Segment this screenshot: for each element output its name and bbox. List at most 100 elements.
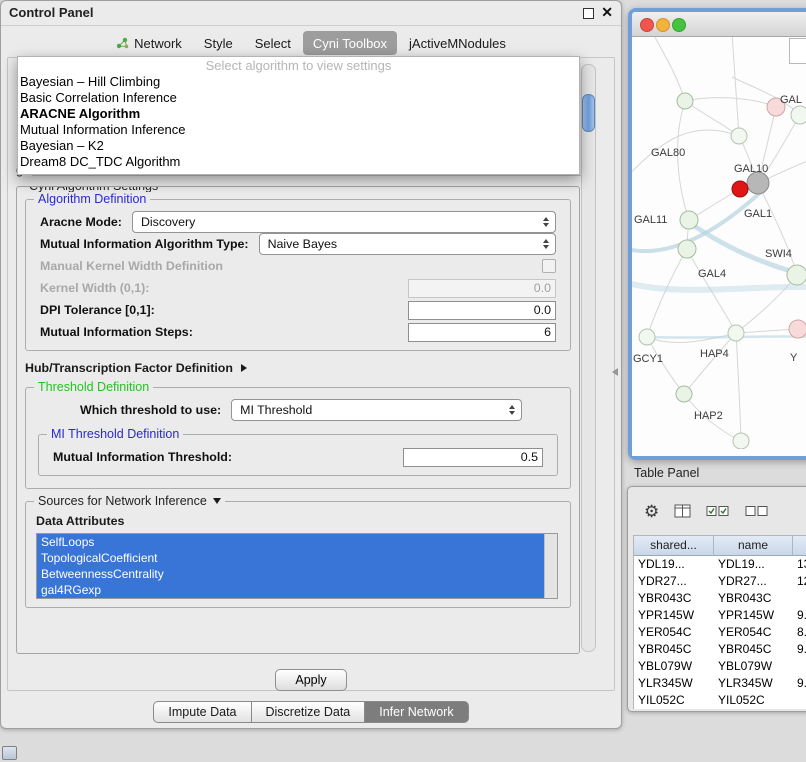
data-attributes-list[interactable]: SelfLoopsTopologicalCoefficientBetweenne… xyxy=(36,533,558,599)
minimize-traffic-light-icon[interactable] xyxy=(656,18,670,32)
network-node[interactable] xyxy=(791,106,806,124)
sources-title: Sources for Network Inference xyxy=(38,494,207,508)
table-cell: YBR045C xyxy=(714,641,793,658)
table-cell: YDL19... xyxy=(714,556,793,573)
table-panel-window: ⚙ shared...name YDL19...YDL19...13YDR27.… xyxy=(627,486,806,712)
select-none-icon[interactable] xyxy=(745,505,769,517)
tab-network[interactable]: Network xyxy=(106,31,192,55)
group-title: Threshold Definition xyxy=(34,380,153,394)
network-node[interactable] xyxy=(731,128,747,144)
network-node[interactable] xyxy=(728,325,744,341)
list-scrollbar[interactable] xyxy=(544,534,557,598)
table-row[interactable]: YER054CYER054C8. xyxy=(634,624,806,641)
table-row[interactable]: YBL079WYBL079W xyxy=(634,658,806,675)
sources-disclosure[interactable]: Sources for Network Inference xyxy=(34,494,225,508)
column-header[interactable] xyxy=(793,536,806,556)
algorithm-option[interactable]: ARACNE Algorithm xyxy=(18,106,579,122)
tab-cyni-toolbox[interactable]: Cyni Toolbox xyxy=(303,31,397,55)
tab-infer-network[interactable]: Infer Network xyxy=(365,701,468,723)
table-cell: YER054C xyxy=(634,624,714,641)
table-row[interactable]: YPR145WYPR145W9. xyxy=(634,607,806,624)
table-row[interactable]: YBR045CYBR045C9. xyxy=(634,641,806,658)
data-attribute-item[interactable]: SelfLoops xyxy=(37,534,545,550)
data-attribute-item[interactable]: gal4RGexp xyxy=(37,582,545,598)
group-title: MI Threshold Definition xyxy=(47,427,183,441)
table-cell: 8. xyxy=(793,624,806,641)
node-label: HAP2 xyxy=(694,410,723,422)
zoom-traffic-light-icon[interactable] xyxy=(672,18,686,32)
algorithm-option[interactable]: Mutual Information Inference xyxy=(18,122,579,138)
mi-type-select[interactable]: Naive Bayes xyxy=(259,233,556,255)
table-row[interactable]: YDR27...YDR27...12 xyxy=(634,573,806,590)
table-cell xyxy=(793,692,806,709)
table-row[interactable]: YIL052CYIL052C xyxy=(634,692,806,709)
network-node[interactable] xyxy=(678,240,696,258)
algorithm-option[interactable]: Dream8 DC_TDC Algorithm xyxy=(18,154,579,170)
aracne-mode-label: Aracne Mode: xyxy=(40,215,122,229)
table-row[interactable]: YLR345WYLR345W9. xyxy=(634,675,806,692)
column-header[interactable]: shared... xyxy=(634,536,714,556)
network-node[interactable] xyxy=(747,172,769,194)
tab-discretize-data[interactable]: Discretize Data xyxy=(252,701,366,723)
control-panel-titlebar[interactable]: Control Panel ✕ xyxy=(1,1,621,26)
table-row[interactable]: YBR043CYBR043C xyxy=(634,590,806,607)
apply-button[interactable]: Apply xyxy=(275,669,347,691)
select-all-icon[interactable] xyxy=(706,505,730,517)
node-label: GCY1 xyxy=(633,353,663,365)
kernel-width-field[interactable] xyxy=(408,279,556,298)
network-scrollbar-corner[interactable] xyxy=(789,38,806,64)
node-table: shared...name YDL19...YDL19...13YDR27...… xyxy=(633,535,806,709)
aracne-mode-select[interactable]: Discovery xyxy=(132,211,556,233)
network-node[interactable] xyxy=(733,433,749,449)
mi-steps-field[interactable] xyxy=(408,323,556,342)
close-traffic-light-icon[interactable] xyxy=(640,18,654,32)
tab-style[interactable]: Style xyxy=(194,31,243,55)
data-attributes-label: Data Attributes xyxy=(36,514,560,528)
minimize-icon[interactable] xyxy=(583,8,594,19)
control-panel-tabs: Network Style Select Cyni Toolbox jActiv… xyxy=(1,31,621,55)
mi-threshold-field[interactable] xyxy=(403,448,543,467)
columns-icon[interactable] xyxy=(674,504,691,518)
node-label: GAL11 xyxy=(634,214,667,226)
tab-label: Style xyxy=(204,36,233,51)
hub-definition-disclosure[interactable]: Hub/Transcription Factor Definition xyxy=(25,361,577,375)
data-attribute-item[interactable]: BetweennessCentrality xyxy=(37,566,545,582)
tab-jactivemnodules[interactable]: jActiveMNodules xyxy=(399,31,516,55)
scrollbar-thumb[interactable] xyxy=(582,94,595,132)
which-threshold-select[interactable]: MI Threshold xyxy=(231,399,522,421)
node-label: GAL xyxy=(780,94,802,106)
algorithm-dropdown-popup: Select algorithm to view settings Bayesi… xyxy=(17,56,580,175)
minimized-panel-icon[interactable] xyxy=(2,746,17,760)
algorithm-option[interactable]: Bayesian – K2 xyxy=(18,138,579,154)
manual-kernel-checkbox[interactable] xyxy=(542,259,556,273)
table-cell: YBL079W xyxy=(634,658,714,675)
table-cell xyxy=(793,590,806,607)
network-node[interactable] xyxy=(639,329,655,345)
network-node[interactable] xyxy=(676,386,692,402)
network-node[interactable] xyxy=(680,211,698,229)
close-icon[interactable]: ✕ xyxy=(601,4,613,21)
tab-select[interactable]: Select xyxy=(245,31,301,55)
tab-label: Cyni Toolbox xyxy=(313,36,387,51)
network-graph: GALGAL80GAL10GAL11GAL1SWI4GAL4GCY1HAP4YH… xyxy=(632,37,806,449)
dpi-tolerance-field[interactable] xyxy=(408,301,556,320)
algorithm-option[interactable]: Basic Correlation Inference xyxy=(18,90,579,106)
network-window-titlebar[interactable] xyxy=(632,12,806,37)
column-header[interactable]: name xyxy=(714,536,793,556)
algorithm-option[interactable]: Bayesian – Hill Climbing xyxy=(18,74,579,90)
table-cell: YLR345W xyxy=(634,675,714,692)
network-canvas[interactable]: GALGAL80GAL10GAL11GAL1SWI4GAL4GCY1HAP4YH… xyxy=(632,37,806,456)
table-row[interactable]: YDL19...YDL19...13 xyxy=(634,556,806,573)
node-label: Y xyxy=(790,352,798,364)
network-thick-edges xyxy=(632,189,806,338)
network-node[interactable] xyxy=(677,93,693,109)
network-node[interactable] xyxy=(787,265,806,285)
data-attribute-item[interactable]: TopologicalCoefficient xyxy=(37,550,545,566)
sources-group: Sources for Network Inference Data Attri… xyxy=(25,501,571,608)
panel-collapse-arrow[interactable] xyxy=(612,368,618,376)
tab-impute-data[interactable]: Impute Data xyxy=(153,701,251,723)
network-node[interactable] xyxy=(789,320,806,338)
vertical-scrollbar[interactable] xyxy=(581,64,596,652)
network-node[interactable] xyxy=(732,181,748,197)
gear-icon[interactable]: ⚙ xyxy=(644,503,659,520)
